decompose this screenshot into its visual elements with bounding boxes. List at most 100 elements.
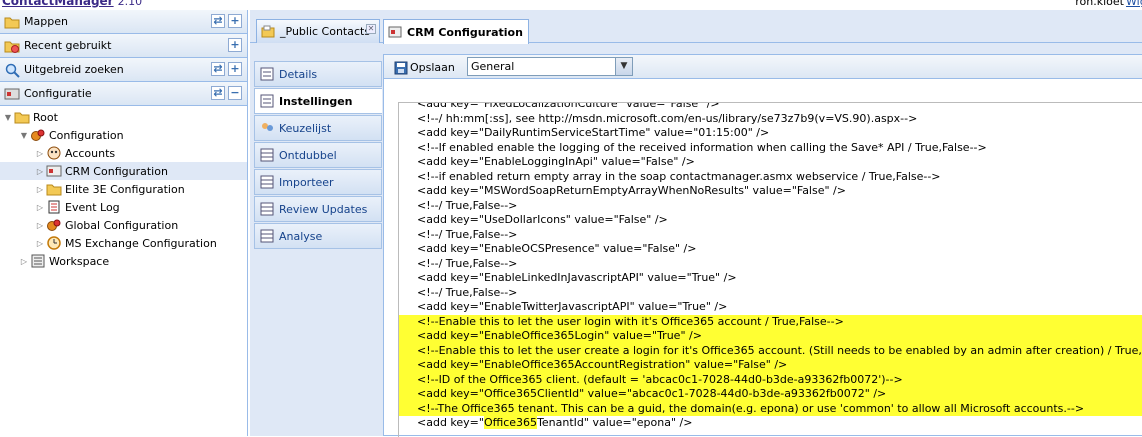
sidetab-details[interactable]: Details	[254, 61, 382, 87]
contacts-icon	[261, 25, 275, 39]
section-label: Recent gebruikt	[24, 39, 112, 52]
tree-node-root[interactable]: ▼ Root	[0, 108, 247, 126]
toolbar: Opslaan General ▼	[384, 55, 1142, 79]
collapsed-arrow-icon[interactable]: ▷	[34, 149, 46, 158]
chevron-down-icon[interactable]: ▼	[615, 58, 632, 75]
editor-line: <add key="Office365TenantId" value="epon…	[417, 416, 693, 429]
recent-folder-icon	[4, 38, 20, 54]
collapsed-arrow-icon[interactable]: ▷	[34, 167, 46, 176]
tree-node-accounts[interactable]: ▷ Accounts	[0, 144, 247, 162]
collapsed-arrow-icon[interactable]: ▷	[34, 185, 46, 194]
log-icon	[46, 200, 62, 214]
grid-icon	[260, 229, 274, 243]
folder-icon	[46, 182, 62, 196]
section-select[interactable]: General ▼	[467, 57, 633, 76]
grid-icon	[260, 202, 274, 216]
collapsed-arrow-icon[interactable]: ▷	[34, 203, 46, 212]
details-icon	[260, 67, 274, 81]
editor-line-highlighted: <!--Enable this to let the user login wi…	[399, 314, 1142, 329]
sidetab-importeer[interactable]: Importeer	[254, 169, 382, 195]
tree-node-workspace[interactable]: ▷ Workspace	[0, 252, 247, 270]
collapsed-arrow-icon[interactable]: ▷	[34, 221, 46, 230]
user-name: ron.kloet	[1075, 0, 1124, 8]
tree-node-crm-configuration[interactable]: ▷ CRM Configuration	[0, 162, 247, 180]
crm-icon	[46, 164, 62, 178]
crm-icon	[388, 25, 402, 39]
section-recent[interactable]: Recent gebruikt +	[0, 34, 247, 58]
collapsed-arrow-icon[interactable]: ▷	[34, 239, 46, 248]
editor-line: <!--/ True,False-->	[417, 227, 518, 241]
refresh-icon[interactable]: ⇄	[211, 62, 225, 76]
save-icon	[394, 61, 408, 75]
config-editor[interactable]: <add key="FixedLocalizationCulture" valu…	[398, 102, 1142, 437]
sidetab-ontdubbel[interactable]: Ontdubbel	[254, 142, 382, 168]
top-bar: ContactManager2.10 ron.kloet Wig	[0, 0, 1142, 10]
minus-icon[interactable]: −	[228, 86, 242, 100]
editor-line: <!--/ True,False-->	[417, 256, 518, 270]
sidetab-instellingen[interactable]: Instellingen	[254, 88, 382, 114]
close-icon[interactable]: ✕	[366, 24, 376, 34]
plus-icon[interactable]: +	[228, 38, 242, 52]
app-title[interactable]: ContactManager 2.10	[2, 0, 142, 10]
folder-open-icon	[14, 110, 30, 124]
editor-line-highlighted: <!--ID of the Office365 client. (default…	[399, 372, 1142, 387]
editor-line: <add key="EnableOCSPresence" value="Fals…	[417, 242, 697, 255]
main-panel: _Public Contacts ✕ CRM Configuration Det…	[250, 10, 1142, 437]
accounts-icon	[46, 146, 62, 160]
tab-crm-configuration[interactable]: CRM Configuration	[383, 19, 529, 44]
users-icon	[260, 121, 274, 135]
grid-icon	[260, 175, 274, 189]
plus-icon[interactable]: +	[228, 62, 242, 76]
side-tabs: Details Instellingen Keuzelijst Ontdubbe…	[254, 61, 382, 250]
editor-line: <add key="UseDollarIcons" value="False" …	[417, 213, 668, 226]
tree-node-elite-3e[interactable]: ▷ Elite 3E Configuration	[0, 180, 247, 198]
sidetab-keuzelijst[interactable]: Keuzelijst	[254, 115, 382, 141]
tree-node-ms-exchange[interactable]: ▷ MS Exchange Configuration	[0, 234, 247, 252]
editor-line-highlighted: <add key="EnableOffice365AccountRegistra…	[399, 358, 1142, 373]
refresh-icon[interactable]: ⇄	[211, 14, 225, 28]
tab-strip: _Public Contacts ✕ CRM Configuration	[250, 10, 1142, 44]
editor-line: <!--If enabled enable the logging of the…	[417, 140, 987, 154]
app-version: 2.10	[117, 0, 143, 8]
left-panel: Mappen ⇄ + Recent gebruikt + Uitgebreid …	[0, 10, 248, 436]
section-search[interactable]: Uitgebreid zoeken ⇄ +	[0, 58, 247, 82]
tree-node-global-configuration[interactable]: ▷ Global Configuration	[0, 216, 247, 234]
config-tree: ▼ Root ▼ Configuration ▷ Accounts ▷ CRM …	[0, 106, 247, 270]
clock-icon	[46, 236, 62, 250]
editor-line: <add key="MSWordSoapReturnEmptyArrayWhen…	[417, 184, 846, 197]
section-configuratie[interactable]: Configuratie ⇄ −	[0, 82, 247, 106]
gears-icon	[30, 128, 46, 142]
settings-icon	[260, 94, 274, 108]
gears-icon	[46, 218, 62, 232]
search-icon	[4, 62, 20, 78]
editor-line: <add key="EnableLoggingInApi" value="Fal…	[417, 155, 695, 168]
editor-line-highlighted: <!--Enable this to let the user create a…	[399, 343, 1142, 358]
app-name[interactable]: ContactManager	[2, 0, 114, 8]
grid-icon	[260, 148, 274, 162]
config-icon	[4, 86, 20, 102]
editor-line-highlighted: <add key="Office365ClientId" value="abca…	[399, 387, 1142, 402]
refresh-icon[interactable]: ⇄	[211, 86, 225, 100]
section-label: Mappen	[24, 15, 68, 28]
sidetab-review-updates[interactable]: Review Updates	[254, 196, 382, 222]
editor-line: <add key="EnableLinkedInJavascriptAPI" v…	[417, 271, 737, 284]
section-mappen[interactable]: Mappen ⇄ +	[0, 10, 247, 34]
collapsed-arrow-icon[interactable]: ▷	[18, 257, 30, 266]
expand-icon[interactable]: ▼	[18, 131, 30, 140]
save-button[interactable]: Opslaan	[394, 59, 455, 76]
sidetab-analyse[interactable]: Analyse	[254, 223, 382, 249]
editor-line: <!--if enabled return empty array in the…	[417, 169, 941, 183]
folder-icon	[4, 14, 20, 30]
editor-line: <add key="EnableTwitterJavascriptAPI" va…	[417, 300, 728, 313]
settings-content: Opslaan General ▼ <add key="FixedLocaliz…	[383, 54, 1142, 437]
editor-line: <!--/ True,False-->	[417, 198, 518, 212]
tab-public-contacts[interactable]: _Public Contacts ✕	[256, 19, 380, 43]
section-label: Configuratie	[24, 87, 92, 100]
section-label: Uitgebreid zoeken	[24, 63, 124, 76]
tree-node-event-log[interactable]: ▷ Event Log	[0, 198, 247, 216]
tree-node-configuration[interactable]: ▼ Configuration	[0, 126, 247, 144]
user-link[interactable]: Wig	[1126, 0, 1142, 8]
editor-line: <!--/ hh:mm[:ss], see http://msdn.micros…	[417, 111, 918, 125]
expand-icon[interactable]: ▼	[2, 113, 14, 122]
plus-icon[interactable]: +	[228, 14, 242, 28]
